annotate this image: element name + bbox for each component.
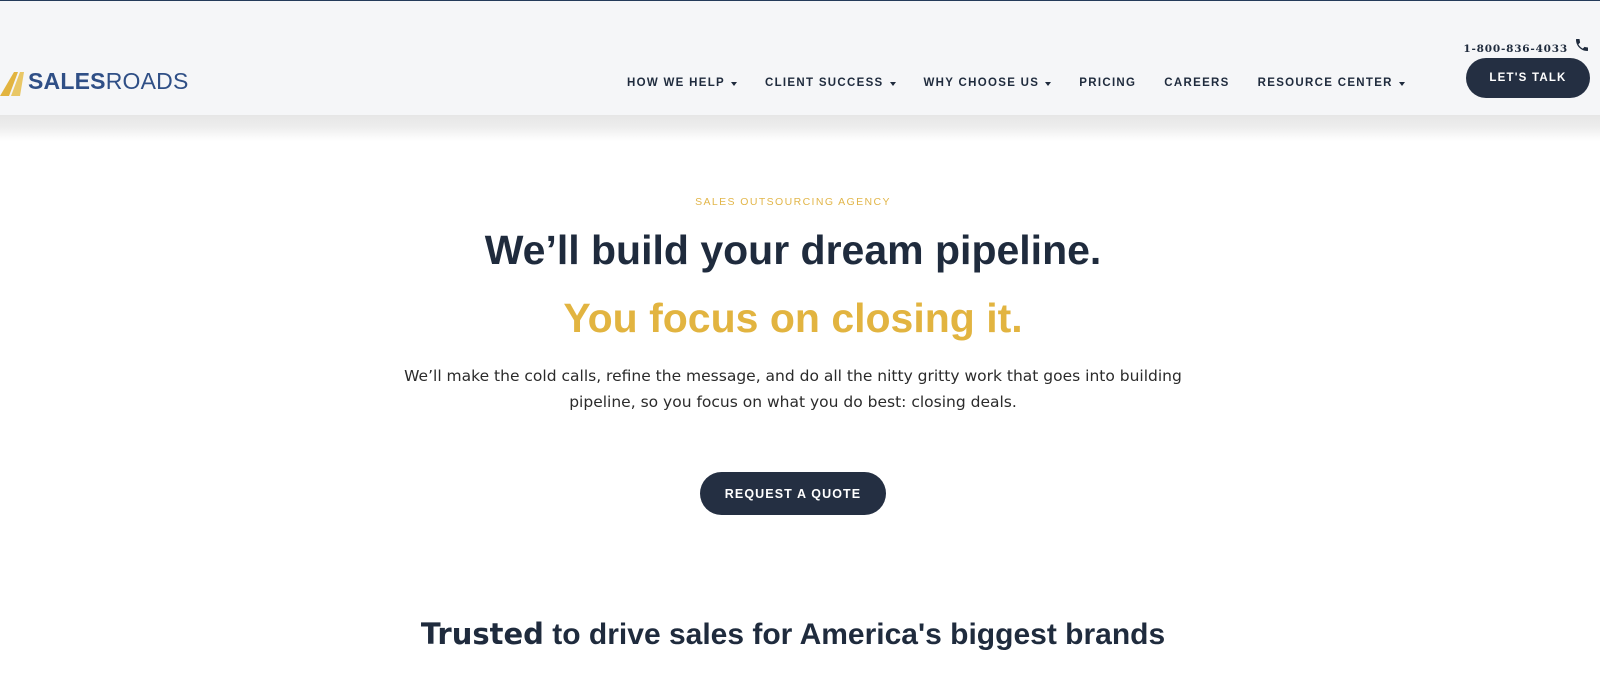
nav-item-pricing[interactable]: PRICING xyxy=(1079,77,1136,89)
nav-item-careers[interactable]: CAREERS xyxy=(1164,77,1229,89)
caret-down-icon xyxy=(1045,81,1052,86)
nav-item-how-we-help[interactable]: HOW WE HELP xyxy=(627,77,737,89)
caret-down-icon xyxy=(889,81,896,86)
hero-headline: We’ll build your dream pipeline. xyxy=(484,227,1102,273)
phone-icon xyxy=(1576,38,1588,51)
nav-item-label: CLIENT SUCCESS xyxy=(765,77,884,89)
trusted-heading-rest: to drive sales for America's biggest bra… xyxy=(543,618,1166,651)
hero-eyebrow: SALES OUTSOURCING AGENCY xyxy=(695,196,891,208)
logo-text-light: ROADS xyxy=(105,68,189,94)
phone-number: 1-800-836-4033 xyxy=(1463,43,1568,55)
lets-talk-button[interactable]: LET'S TALK xyxy=(1466,58,1590,98)
main-nav: HOW WE HELP CLIENT SUCCESS WHY CHOOSE US… xyxy=(627,77,1405,89)
road-logo-icon xyxy=(0,72,24,96)
hero-body-text: We’ll make the cold calls, refine the me… xyxy=(404,367,1182,411)
nav-item-why-choose-us[interactable]: WHY CHOOSE US xyxy=(924,77,1052,89)
caret-down-icon xyxy=(1398,81,1405,86)
nav-item-label: WHY CHOOSE US xyxy=(923,77,1040,89)
request-quote-button[interactable]: REQUEST A QUOTE xyxy=(700,472,886,515)
page: SALESROADS HOW WE HELP CLIENT SUCCESS WH… xyxy=(0,0,1600,674)
salesroads-logo[interactable]: SALESROADS xyxy=(0,65,188,97)
logo-text-strong: SALES xyxy=(28,68,106,94)
nav-item-label: PRICING xyxy=(1079,77,1137,89)
nav-item-label: RESOURCE CENTER xyxy=(1257,77,1393,89)
site-header: SALESROADS HOW WE HELP CLIENT SUCCESS WH… xyxy=(0,0,1600,115)
nav-item-resource-center[interactable]: RESOURCE CENTER xyxy=(1258,77,1405,89)
nav-item-client-success[interactable]: CLIENT SUCCESS xyxy=(765,77,896,89)
logo-wordmark: SALESROADS xyxy=(28,66,188,96)
caret-down-icon xyxy=(731,81,737,86)
nav-item-label: HOW WE HELP xyxy=(627,77,725,89)
trusted-brands-heading: Trusted to drive sales for America's big… xyxy=(0,614,1586,655)
phone-link[interactable]: 1-800-836-4033 xyxy=(1463,34,1590,55)
nav-item-label: CAREERS xyxy=(1164,77,1230,89)
header-shadow xyxy=(0,115,1600,141)
trusted-heading-bold: Trusted xyxy=(420,617,544,651)
hero-subheadline: You focus on closing it. xyxy=(563,295,1023,341)
